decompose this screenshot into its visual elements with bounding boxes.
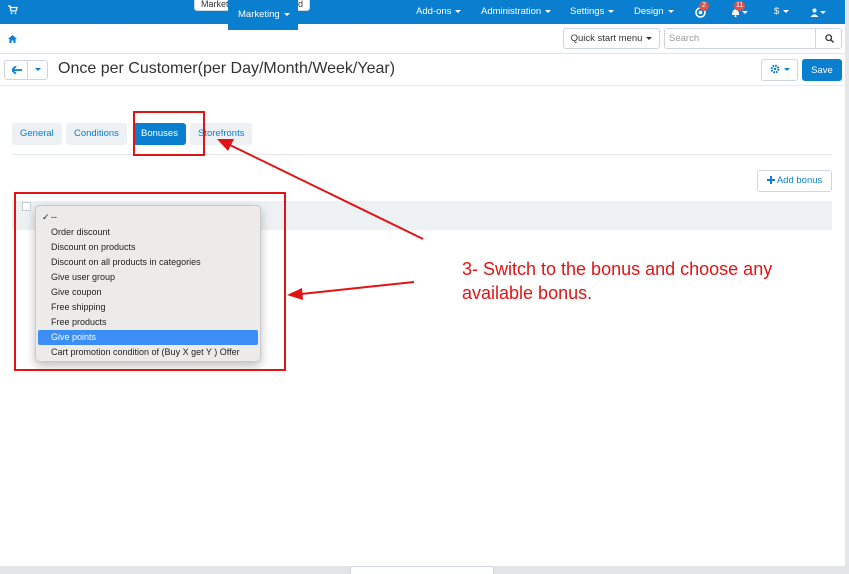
instruction-annotation: 3- Switch to the bonus and choose any av…	[462, 259, 773, 303]
bottom-panel-tab[interactable]	[350, 566, 494, 574]
vertical-scrollbar[interactable]	[845, 0, 849, 566]
arrow-head-icon	[287, 288, 303, 300]
